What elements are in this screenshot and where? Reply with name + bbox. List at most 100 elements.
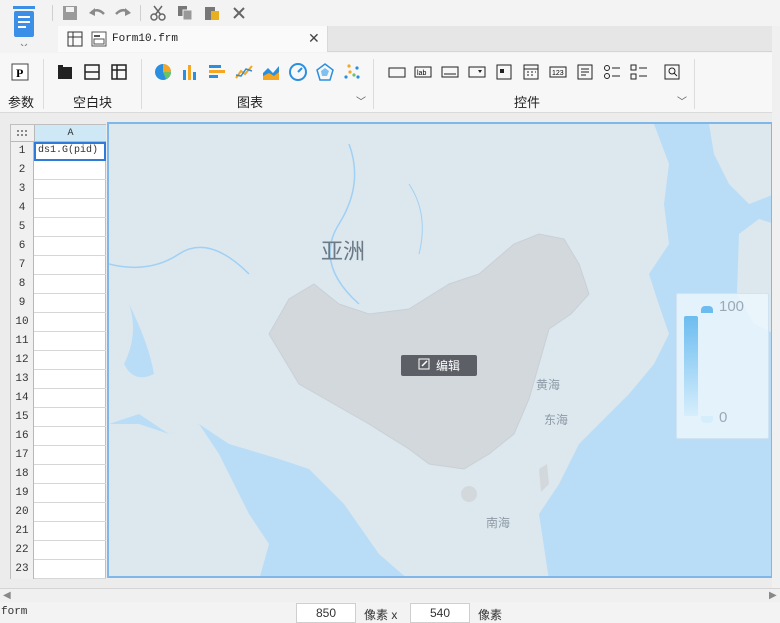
row-header[interactable]: 9	[11, 294, 34, 313]
textfield-widget-icon[interactable]	[440, 62, 460, 82]
label-widget-icon[interactable]: lab	[413, 62, 433, 82]
split-block-icon[interactable]	[82, 62, 102, 82]
grid-cell[interactable]	[34, 180, 106, 199]
radar-chart-icon[interactable]	[315, 62, 335, 82]
cell-a1[interactable]: ds1.G(pid)	[34, 142, 106, 161]
grid-cell[interactable]	[34, 332, 106, 351]
grid-cell[interactable]	[34, 389, 106, 408]
row-header[interactable]: 21	[11, 522, 34, 541]
row-header[interactable]: 16	[11, 427, 34, 446]
pie-chart-icon[interactable]	[153, 62, 173, 82]
save-icon[interactable]	[60, 3, 80, 23]
row-header[interactable]: 17	[11, 446, 34, 465]
table-block-icon[interactable]	[109, 62, 129, 82]
row-header[interactable]: 14	[11, 389, 34, 408]
grid-cell[interactable]	[34, 465, 106, 484]
legend-max-handle[interactable]	[701, 306, 713, 313]
grid-cell[interactable]	[34, 313, 106, 332]
undo-icon[interactable]	[87, 3, 107, 23]
document-tab-bar: Form10.frm ✕	[58, 26, 780, 52]
row-header[interactable]: 1	[11, 142, 34, 161]
grid-cell[interactable]	[34, 503, 106, 522]
grid-cell[interactable]	[34, 370, 106, 389]
textarea-widget-icon[interactable]	[575, 62, 595, 82]
absolute-block-icon[interactable]	[55, 62, 75, 82]
toolbar-separator	[52, 5, 53, 21]
table-row: 23	[11, 560, 106, 579]
grid-cell[interactable]	[34, 256, 106, 275]
row-header[interactable]: 6	[11, 237, 34, 256]
grid-cell[interactable]	[34, 560, 106, 579]
checkbox-group-widget-icon[interactable]	[629, 62, 649, 82]
grid-cell[interactable]	[34, 237, 106, 256]
table-row: 5	[11, 218, 106, 237]
grid-cell[interactable]	[34, 408, 106, 427]
combobox-widget-icon[interactable]	[467, 62, 487, 82]
edit-button[interactable]: 编辑	[401, 355, 477, 376]
delete-icon[interactable]	[229, 3, 249, 23]
row-header[interactable]: 11	[11, 332, 34, 351]
map-legend[interactable]: 100 0	[676, 293, 769, 439]
scatter-chart-icon[interactable]	[342, 62, 362, 82]
grid-cell[interactable]	[34, 161, 106, 180]
row-header[interactable]: 2	[11, 161, 34, 180]
gauge-chart-icon[interactable]	[288, 62, 308, 82]
bar-chart-icon[interactable]	[180, 62, 200, 82]
redo-icon[interactable]	[113, 3, 133, 23]
row-header[interactable]: 12	[11, 351, 34, 370]
grid-cell[interactable]	[34, 351, 106, 370]
grid-cell[interactable]	[34, 294, 106, 313]
row-header[interactable]: 19	[11, 484, 34, 503]
grid-cell[interactable]	[34, 199, 106, 218]
row-header[interactable]: 23	[11, 560, 34, 579]
tab-form10[interactable]: Form10.frm ✕	[58, 26, 328, 52]
row-header[interactable]: 3	[11, 180, 34, 199]
radio-group-widget-icon[interactable]	[602, 62, 622, 82]
row-header[interactable]: 20	[11, 503, 34, 522]
grid-corner[interactable]	[11, 125, 34, 142]
legend-min-handle[interactable]	[701, 416, 713, 423]
row-header[interactable]: 22	[11, 541, 34, 560]
copy-icon[interactable]	[175, 3, 195, 23]
chevron-down-icon[interactable]: ﹀	[677, 93, 687, 108]
scroll-right-icon[interactable]: ▶	[769, 590, 777, 601]
vertical-scrollbar[interactable]	[772, 26, 780, 588]
row-header[interactable]: 13	[11, 370, 34, 389]
horizontal-scrollbar[interactable]: ◀ ▶	[0, 588, 780, 602]
button-widget-icon[interactable]	[387, 62, 407, 82]
grid-cell[interactable]	[34, 446, 106, 465]
grid-cell[interactable]	[34, 218, 106, 237]
grid-cell[interactable]	[34, 522, 106, 541]
horizontal-bar-icon[interactable]	[207, 62, 227, 82]
grid-cell[interactable]	[34, 427, 106, 446]
cut-icon[interactable]	[148, 3, 168, 23]
grid-cell[interactable]	[34, 484, 106, 503]
date-widget-icon[interactable]	[494, 62, 514, 82]
map-chart[interactable]: 亚洲 黄海 东海 南海	[107, 122, 773, 578]
cell-grid[interactable]: A 1 ds1.G(pid) 2 3 4 5 6 7 8 9 10 11 12 13 14 15 16 17 18 1…	[10, 124, 106, 579]
chevron-down-icon[interactable]: ﹀	[356, 93, 366, 108]
line-chart-icon[interactable]	[234, 62, 254, 82]
close-icon[interactable]: ✕	[308, 30, 320, 47]
height-input[interactable]: 540	[410, 603, 470, 623]
width-input[interactable]: 850	[296, 603, 356, 623]
paste-icon[interactable]	[202, 3, 222, 23]
parameter-icon[interactable]: P	[10, 62, 30, 82]
grid-view-icon[interactable]	[67, 31, 83, 50]
app-menu-icon[interactable]	[10, 6, 38, 48]
row-header[interactable]: 4	[11, 199, 34, 218]
row-header[interactable]: 18	[11, 465, 34, 484]
row-header[interactable]: 8	[11, 275, 34, 294]
calendar-widget-icon[interactable]	[521, 62, 541, 82]
query-widget-icon[interactable]	[662, 62, 682, 82]
row-header[interactable]: 15	[11, 408, 34, 427]
scroll-left-icon[interactable]: ◀	[3, 590, 11, 601]
grid-cell[interactable]	[34, 541, 106, 560]
area-chart-icon[interactable]	[261, 62, 281, 82]
grid-cell[interactable]	[34, 275, 106, 294]
row-header[interactable]: 7	[11, 256, 34, 275]
number-widget-icon[interactable]: 123	[548, 62, 568, 82]
row-header[interactable]: 5	[11, 218, 34, 237]
row-header[interactable]: 10	[11, 313, 34, 332]
column-header-a[interactable]: A	[34, 125, 106, 142]
